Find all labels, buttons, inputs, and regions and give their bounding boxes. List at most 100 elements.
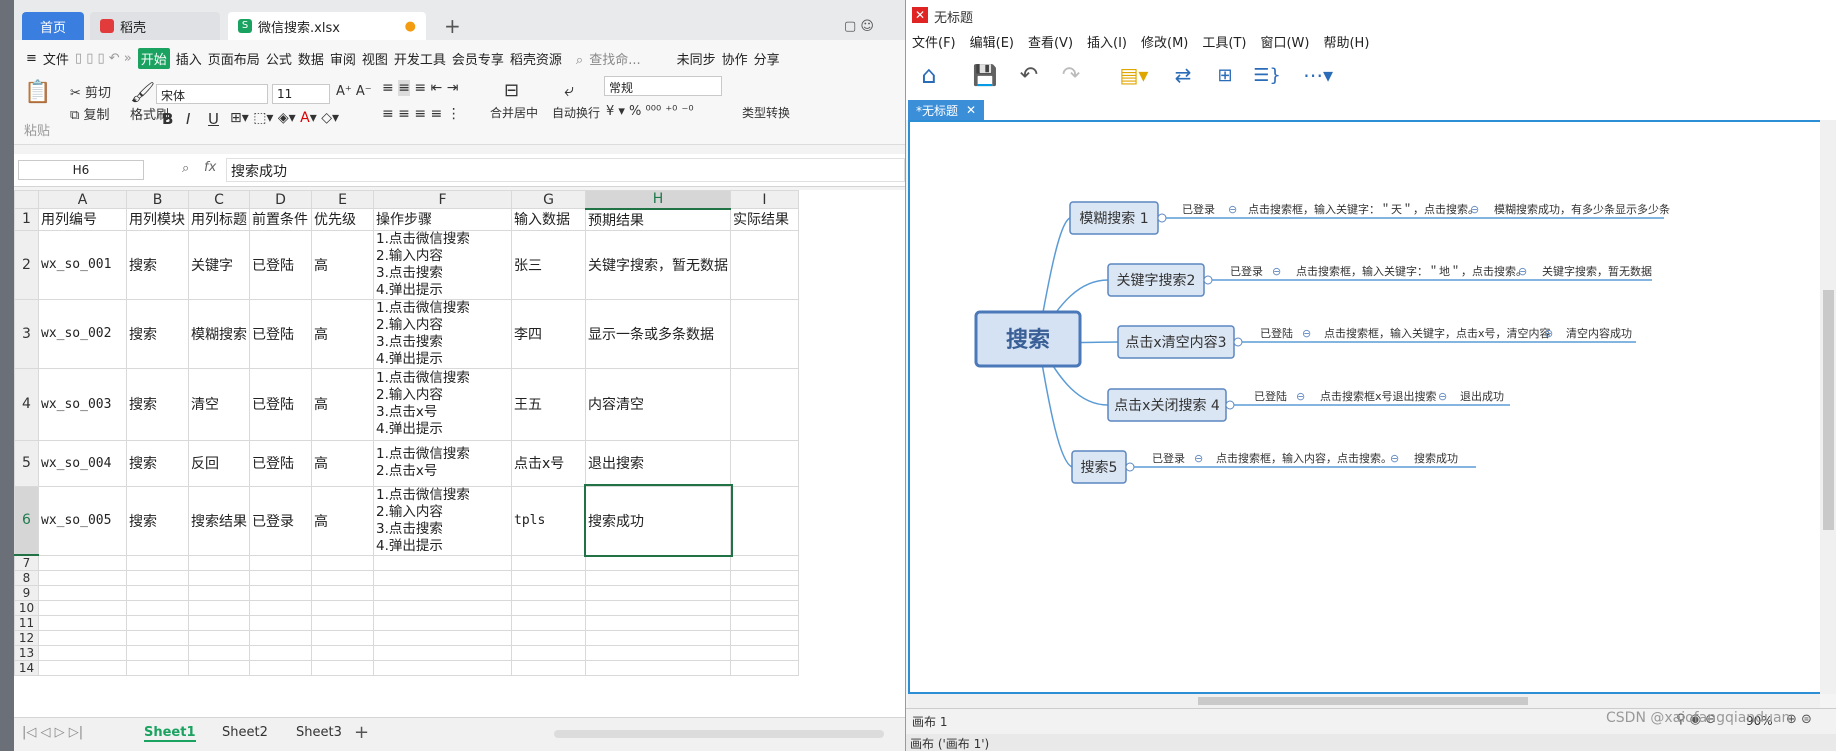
empty-cell[interactable] <box>249 645 312 661</box>
cell-expected[interactable]: 退出搜索 <box>585 439 731 487</box>
redo-icon[interactable]: ↷ <box>1056 60 1086 90</box>
header-cell[interactable]: 前置条件 <box>249 208 312 231</box>
more-icon[interactable]: ⋯▾ <box>1298 60 1338 90</box>
structure-icon[interactable]: ⊞ <box>1210 60 1240 90</box>
merge-icon[interactable]: ⊟ <box>504 80 519 101</box>
empty-cell[interactable] <box>188 554 250 571</box>
collapse-icon[interactable] <box>1125 462 1135 472</box>
hamburger-icon[interactable]: ≡ <box>26 51 37 66</box>
cell-priority[interactable]: 高 <box>311 367 374 441</box>
cell-module[interactable]: 搜索 <box>126 367 189 441</box>
column-header[interactable]: B <box>126 190 189 209</box>
canvas-tab[interactable]: 画布 1 <box>912 713 947 730</box>
cell-steps[interactable]: 1.点击微信搜索 2.输入内容 3.点击搜索 4.弹出提示 <box>373 485 512 556</box>
empty-cell[interactable] <box>373 615 512 631</box>
sheet-tab-3[interactable]: Sheet3 <box>296 725 342 740</box>
header-cell[interactable]: 用列编号 <box>38 208 127 231</box>
empty-cell[interactable] <box>311 585 374 601</box>
menu-review[interactable]: 审阅 <box>330 49 356 68</box>
menu-docer-res[interactable]: 稻壳资源 <box>510 49 562 68</box>
formula-input[interactable]: 搜索成功 <box>226 158 905 182</box>
cell-actual[interactable] <box>730 367 799 441</box>
row-header[interactable]: 13 <box>14 645 39 661</box>
doc-tab[interactable]: *无标题 ✕ <box>908 100 985 120</box>
cell-title[interactable]: 搜索结果 <box>188 485 250 556</box>
cell-case-id[interactable]: wx_so_002 <box>38 298 127 369</box>
mm-menu-file[interactable]: 文件(F) <box>912 32 956 51</box>
cell-input[interactable]: 点击x号 <box>511 439 586 487</box>
cell-title[interactable]: 模糊搜索 <box>188 298 250 369</box>
add-sheet-button[interactable]: + <box>354 722 369 743</box>
empty-cell[interactable] <box>585 554 731 571</box>
collapse-icon[interactable] <box>1233 337 1243 347</box>
tab-home[interactable]: 首页 <box>22 12 84 40</box>
empty-cell[interactable] <box>188 630 250 646</box>
cell-case-id[interactable]: wx_so_001 <box>38 229 127 300</box>
empty-cell[interactable] <box>373 570 512 586</box>
horizontal-scrollbar[interactable] <box>554 730 884 738</box>
cell-priority[interactable]: 高 <box>311 298 374 369</box>
empty-cell[interactable] <box>730 585 799 601</box>
sheet-nav-arrows[interactable]: |◁ ◁ ▷ ▷| <box>22 725 83 740</box>
row-header[interactable]: 12 <box>14 630 39 646</box>
zoom-magnifier-icon[interactable]: ⌕ <box>182 161 189 176</box>
empty-cell[interactable] <box>311 660 374 676</box>
cut-button[interactable]: ✂ 剪切 <box>70 82 111 101</box>
cell-steps[interactable]: 1.点击微信搜索 2.输入内容 3.点击搜索 4.弹出提示 <box>373 229 512 300</box>
row-header[interactable]: 7 <box>14 554 39 571</box>
empty-cell[interactable] <box>511 660 586 676</box>
vertical-scrollbar[interactable] <box>1820 120 1836 694</box>
font-grow-shrink[interactable]: A⁺ A⁻ <box>336 84 372 99</box>
column-header[interactable]: C <box>188 190 250 209</box>
empty-cell[interactable] <box>730 630 799 646</box>
number-format-icons[interactable]: ¥ ▾ % ⁰⁰⁰ ⁺⁰ ⁻⁰ <box>606 104 694 119</box>
branch-4[interactable]: 点击x关闭搜索 4 已登陆 ⊖ 点击搜索框x号退出搜索 ⊖ 退出成功 <box>1107 388 1510 422</box>
wrap-icon[interactable]: ⤶ <box>564 80 574 101</box>
paste-button[interactable]: 粘贴 <box>24 120 50 139</box>
cell-title[interactable]: 反回 <box>188 439 250 487</box>
empty-cell[interactable] <box>511 645 586 661</box>
cell-actual[interactable] <box>730 485 799 556</box>
menu-page-layout[interactable]: 页面布局 <box>208 49 260 68</box>
empty-cell[interactable] <box>249 630 312 646</box>
topic-style-icon[interactable]: ▤▾ <box>1114 60 1154 90</box>
empty-cell[interactable] <box>188 615 250 631</box>
header-cell[interactable]: 用列模块 <box>126 208 189 231</box>
empty-cell[interactable] <box>585 570 731 586</box>
empty-cell[interactable] <box>126 570 189 586</box>
row-header[interactable]: 6 <box>14 485 39 556</box>
empty-cell[interactable] <box>311 600 374 616</box>
column-header[interactable]: D <box>249 190 312 209</box>
row-header[interactable]: 8 <box>14 570 39 586</box>
menu-view[interactable]: 视图 <box>362 49 388 68</box>
cell-case-id[interactable]: wx_so_004 <box>38 439 127 487</box>
cell-steps[interactable]: 1.点击微信搜索 2.输入内容 3.点击x号 4.弹出提示 <box>373 367 512 441</box>
column-header[interactable]: A <box>38 190 127 209</box>
horizontal-scrollbar[interactable] <box>908 694 1820 708</box>
empty-cell[interactable] <box>511 615 586 631</box>
column-header-selected[interactable]: H <box>585 190 731 210</box>
row-header[interactable]: 10 <box>14 600 39 616</box>
mm-menu-view[interactable]: 查看(V) <box>1028 32 1073 51</box>
collapse-icon[interactable] <box>1157 213 1167 223</box>
empty-cell[interactable] <box>730 554 799 571</box>
empty-cell[interactable] <box>511 585 586 601</box>
mm-menu-help[interactable]: 帮助(H) <box>1323 32 1369 51</box>
undo-icon[interactable]: ↶ <box>1014 60 1044 90</box>
branch-3[interactable]: 点击x清空内容3 已登陆 ⊖ 点击搜索框，输入关键字，点击x号，清空内容 ⊖ 清… <box>1117 325 1636 359</box>
empty-cell[interactable] <box>126 645 189 661</box>
row-header[interactable]: 2 <box>14 229 39 300</box>
font-name-select[interactable]: 宋体 <box>156 84 268 104</box>
empty-cell[interactable] <box>585 645 731 661</box>
cell-steps[interactable]: 1.点击微信搜索 2.点击x号 <box>373 439 512 487</box>
sheet-tab-1[interactable]: Sheet1 <box>144 725 196 742</box>
row-header[interactable]: 1 <box>14 208 39 231</box>
empty-cell[interactable] <box>249 615 312 631</box>
empty-cell[interactable] <box>311 615 374 631</box>
empty-cell[interactable] <box>311 645 374 661</box>
empty-cell[interactable] <box>126 615 189 631</box>
relationship-icon[interactable]: ⇄ <box>1168 60 1198 90</box>
empty-cell[interactable] <box>249 660 312 676</box>
empty-cell[interactable] <box>373 645 512 661</box>
halign-icons[interactable]: ≡ ≡ ≡ ≡ ⋮ <box>382 106 461 122</box>
